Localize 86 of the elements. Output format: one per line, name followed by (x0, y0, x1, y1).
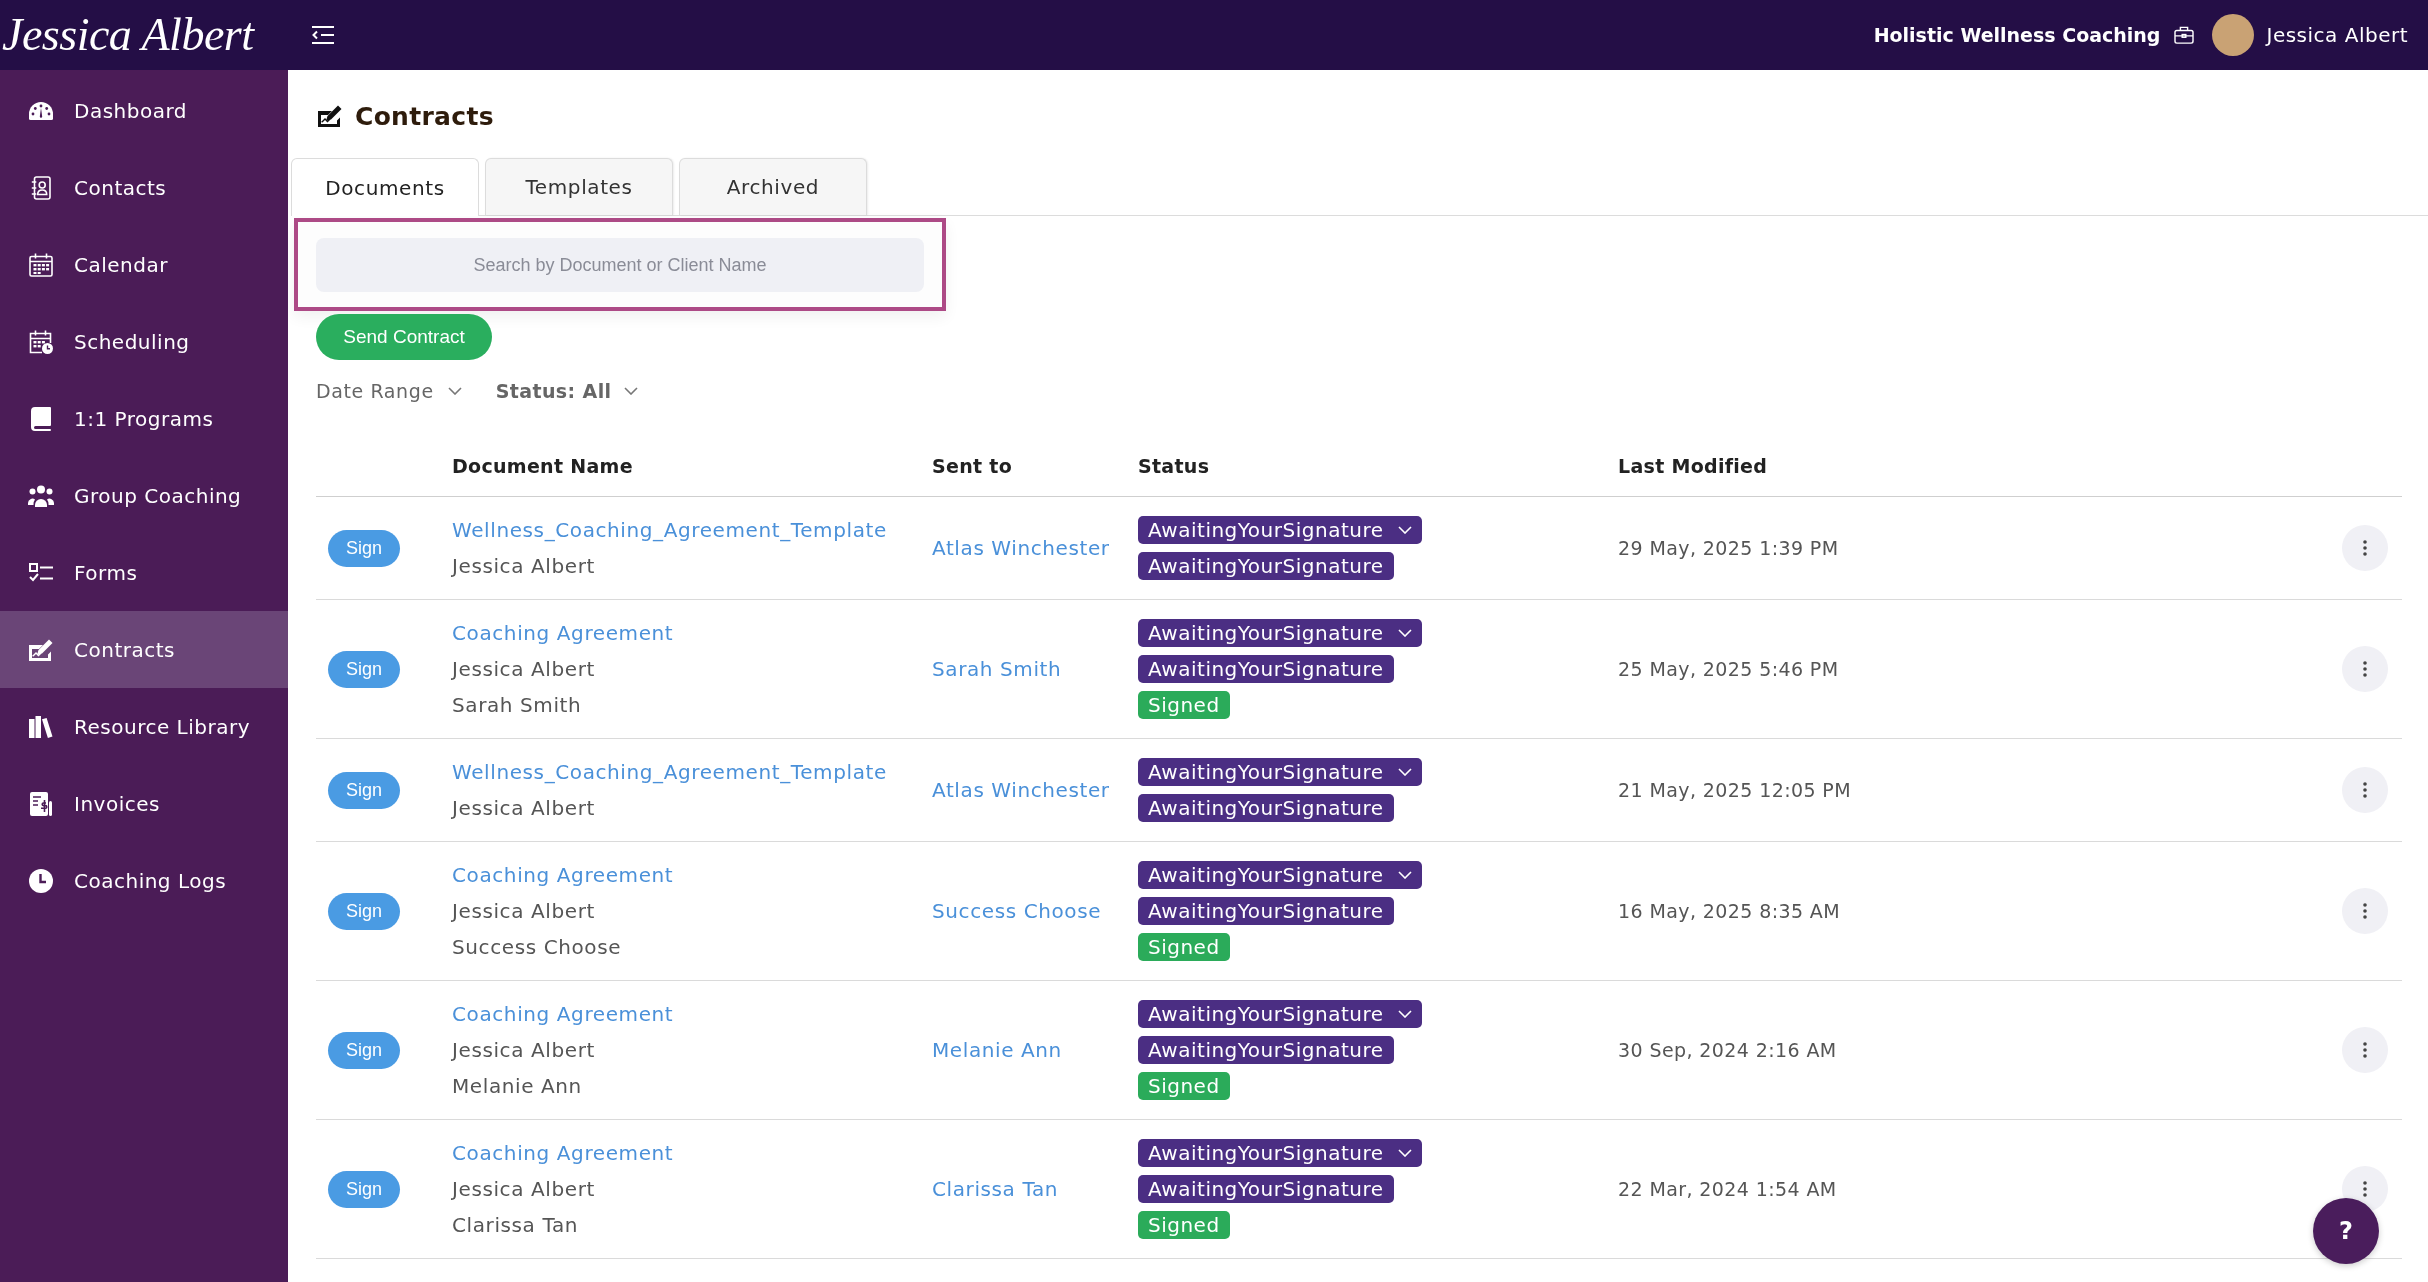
more-icon (2363, 540, 2367, 556)
more-icon (2363, 661, 2367, 677)
date-range-dropdown[interactable]: Date Range (316, 380, 462, 402)
books-icon (29, 715, 53, 738)
sidebar-item[interactable]: Coaching Logs (0, 842, 288, 919)
status-badge: AwaitingYourSignature (1138, 794, 1394, 822)
signature-icon (29, 638, 53, 661)
user-name: Jessica Albert (2266, 23, 2408, 47)
last-modified-date: 16 May, 2025 8:35 AM (1618, 900, 1841, 922)
book-icon (31, 406, 51, 431)
party-name: Success Choose (452, 934, 622, 961)
chevron-down-icon (1397, 1149, 1412, 1157)
status-dropdown[interactable]: AwaitingYourSignature (1138, 619, 1422, 647)
signature-icon (318, 105, 342, 127)
more-icon (2363, 1042, 2367, 1058)
party-name: Melanie Ann (452, 1073, 582, 1100)
status-dropdown[interactable]: AwaitingYourSignature (1138, 1000, 1422, 1028)
status-dropdown[interactable]: AwaitingYourSignature (1138, 1139, 1422, 1167)
tab[interactable]: Archived (679, 158, 867, 215)
status-badge: AwaitingYourSignature (1138, 552, 1394, 580)
sidebar-item[interactable]: Invoices (0, 765, 288, 842)
chevron-down-icon (1397, 1010, 1412, 1018)
last-modified-date: 25 May, 2025 5:46 PM (1618, 658, 1839, 680)
status-badge: Signed (1138, 1072, 1230, 1100)
party-name: Jessica Albert (452, 898, 595, 925)
status-badge: AwaitingYourSignature (1138, 897, 1394, 925)
status-badge: Signed (1138, 691, 1230, 719)
page-title: Contracts (355, 101, 494, 131)
status-badge: Signed (1138, 1211, 1230, 1239)
chevron-down-icon (1397, 629, 1412, 637)
party-name: Jessica Albert (452, 553, 595, 580)
party-name: Jessica Albert (452, 1176, 595, 1203)
sidebar-item[interactable]: Dashboard (0, 72, 288, 149)
group-icon (28, 484, 54, 507)
sidebar-item[interactable]: Group Coaching (0, 457, 288, 534)
chevron-down-icon (1397, 768, 1412, 776)
party-name: Sarah Smith (452, 692, 582, 719)
last-modified-date: 29 May, 2025 1:39 PM (1618, 537, 1839, 559)
chevron-down-icon (447, 387, 462, 395)
sidebar-item[interactable]: Contracts (0, 611, 288, 688)
status-badge: Signed (1138, 933, 1230, 961)
logo-text: Jessica Albert (2, 8, 254, 62)
sidebar-item[interactable]: Forms (0, 534, 288, 611)
status-filter-dropdown[interactable]: Status: All (495, 380, 638, 402)
menu-icon[interactable] (312, 26, 334, 44)
briefcase-icon (2174, 26, 2195, 44)
column-header: Sent to (932, 455, 1013, 477)
party-name: Jessica Albert (452, 795, 595, 822)
column-header: Status (1138, 455, 1210, 477)
last-modified-date: 22 Mar, 2024 1:54 AM (1618, 1178, 1837, 1200)
status-dropdown[interactable]: AwaitingYourSignature (1138, 516, 1422, 544)
sidebar-item[interactable]: Contacts (0, 149, 288, 226)
status-badge: AwaitingYourSignature (1138, 1175, 1394, 1203)
status-badge: AwaitingYourSignature (1138, 1036, 1394, 1064)
status-dropdown[interactable]: AwaitingYourSignature (1138, 758, 1422, 786)
sidebar-item[interactable]: 1:1 Programs (0, 380, 288, 457)
column-header: Document Name (452, 455, 633, 477)
sidebar-item[interactable]: Scheduling (0, 303, 288, 380)
calendar-clock-icon (29, 329, 53, 354)
sidebar-item[interactable]: Calendar (0, 226, 288, 303)
address-book-icon (31, 175, 51, 200)
more-icon (2363, 903, 2367, 919)
tab[interactable]: Templates (485, 158, 673, 215)
calendar-icon (29, 252, 53, 277)
chevron-down-icon (623, 387, 638, 395)
tab[interactable]: Documents (291, 158, 479, 216)
party-name: Jessica Albert (452, 1037, 595, 1064)
more-icon (2363, 782, 2367, 798)
user-avatar[interactable] (2212, 14, 2255, 56)
last-modified-date: 30 Sep, 2024 2:16 AM (1618, 1039, 1837, 1061)
status-dropdown[interactable]: AwaitingYourSignature (1138, 861, 1422, 889)
status-badge: AwaitingYourSignature (1138, 655, 1394, 683)
column-header: Last Modified (1618, 455, 1768, 477)
receipt-icon (30, 791, 52, 816)
clock-icon (29, 868, 53, 893)
sidebar-item[interactable]: Resource Library (0, 688, 288, 765)
search-field[interactable]: Search by Document or Client Name (316, 238, 924, 292)
checklist-icon (29, 562, 53, 583)
party-name: Clarissa Tan (452, 1212, 579, 1239)
business-name: Holistic Wellness Coaching (1873, 24, 2161, 46)
party-name: Jessica Albert (452, 656, 595, 683)
chevron-down-icon (1397, 871, 1412, 879)
last-modified-date: 21 May, 2025 12:05 PM (1618, 779, 1851, 801)
chevron-down-icon (1397, 526, 1412, 534)
more-icon (2363, 1181, 2367, 1197)
gauge-icon (29, 101, 53, 120)
